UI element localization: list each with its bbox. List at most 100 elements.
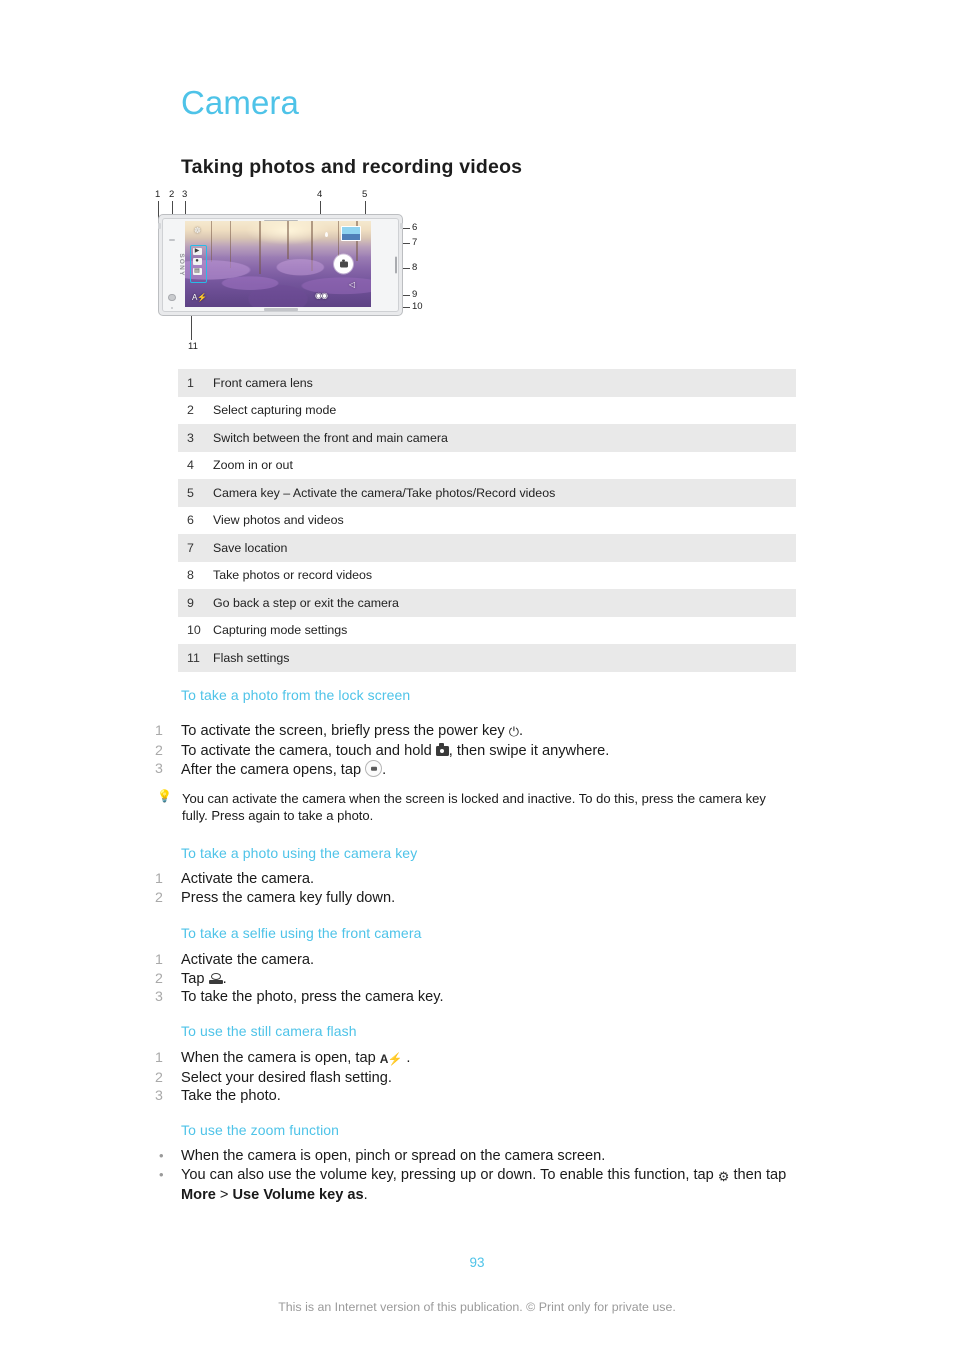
- camera-key: [394, 256, 397, 274]
- procedure-heading-lock-screen: To take a photo from the lock screen: [181, 687, 411, 703]
- step-number: 3: [155, 761, 163, 778]
- table-row: 9 Go back a step or exit the camera: [178, 589, 796, 617]
- step-text: To take the photo, press the camera key.: [181, 989, 444, 1006]
- step-text: When the camera is open, tap A⚡ .: [181, 1049, 795, 1069]
- table-row: 6 View photos and videos: [178, 507, 796, 535]
- table-row: 3 Switch between the front and main came…: [178, 424, 796, 452]
- legend-number: 1: [187, 375, 194, 390]
- callout-11: 11: [188, 341, 198, 352]
- power-icon: ⏻: [508, 724, 519, 739]
- footer-note: This is an Internet version of this publ…: [278, 1300, 676, 1314]
- callout-8: 8: [412, 262, 418, 273]
- step-text: To activate the screen, briefly press th…: [181, 722, 795, 742]
- legend-label: Flash settings: [213, 650, 290, 665]
- procedure-heading-selfie: To take a selfie using the front camera: [181, 925, 422, 941]
- flash-settings-icon[interactable]: A⚡: [192, 294, 207, 302]
- phone-speaker-bottom: [263, 308, 298, 311]
- list-item: • When the camera is open, pinch or spre…: [155, 1147, 795, 1166]
- page-title: Camera: [181, 84, 299, 121]
- step-number: 1: [155, 871, 163, 887]
- section-heading: Taking photos and recording videos: [181, 156, 523, 178]
- legend-label: Camera key – Activate the camera/Take ph…: [213, 485, 556, 500]
- legend-label: Save location: [213, 540, 288, 555]
- table-row: 4 Zoom in or out: [178, 452, 796, 480]
- step-list-zoom: • When the camera is open, pinch or spre…: [155, 1147, 795, 1205]
- legend-label: View photos and videos: [213, 513, 344, 528]
- tip-text: You can activate the camera when the scr…: [182, 791, 766, 823]
- switch-camera-icon: [208, 972, 223, 985]
- legend-table: 1 Front camera lens 2 Select capturing m…: [178, 369, 796, 672]
- table-row: 11 Flash settings: [178, 644, 796, 672]
- legend-number: 5: [187, 485, 194, 500]
- phone-antenna-right: [400, 223, 403, 229]
- table-row: 5 Camera key – Activate the camera/Take …: [178, 479, 796, 507]
- step-text: When the camera is open, pinch or spread…: [181, 1148, 606, 1164]
- step-text-pre: You can also use the volume key, pressin…: [181, 1166, 718, 1183]
- list-item: 2 Press the camera key fully down.: [155, 889, 795, 908]
- device-diagram: 1 2 3 4 5 6 7 8 9 10 11 SONY ☸ ▶ ● ▤ A⚡ …: [150, 190, 440, 360]
- legend-label: Front camera lens: [213, 375, 313, 390]
- shutter-button[interactable]: [334, 254, 353, 274]
- step-number: 3: [155, 1088, 163, 1105]
- list-item: 2 Select your desired flash setting.: [155, 1069, 795, 1088]
- step-text-post: then tap: [729, 1166, 787, 1183]
- procedure-heading-zoom: To use the zoom function: [181, 1122, 340, 1138]
- earpiece-grill: [169, 239, 175, 241]
- step-number: 2: [155, 970, 163, 987]
- legend-number: 10: [187, 623, 201, 638]
- save-location-icon: [325, 232, 328, 237]
- table-row: 2 Select capturing mode: [178, 397, 796, 425]
- lightbulb-icon: 💡: [157, 789, 172, 803]
- flash-auto-icon: A⚡: [379, 1052, 403, 1066]
- legend-label: Go back a step or exit the camera: [213, 595, 399, 610]
- camera-circle-icon: [365, 760, 383, 778]
- list-item: 1 To activate the screen, briefly press …: [155, 722, 795, 742]
- legend-number: 2: [187, 403, 194, 418]
- legend-label: Zoom in or out: [213, 458, 293, 473]
- procedure-heading-flash: To use the still camera flash: [181, 1023, 357, 1039]
- legend-number: 3: [187, 430, 194, 445]
- step-text-post: , then swipe it anywhere.: [448, 742, 610, 759]
- step-text-post: .: [519, 723, 524, 739]
- photo-thumbnail[interactable]: [341, 226, 361, 241]
- legend-number: 11: [187, 650, 200, 665]
- photo-mode-icon[interactable]: ●: [192, 258, 202, 265]
- list-item: 1 Activate the camera.: [155, 951, 795, 970]
- back-icon[interactable]: ◁: [349, 281, 355, 289]
- list-item: 1 Activate the camera.: [155, 870, 795, 889]
- step-number: 2: [155, 889, 163, 906]
- callout-9: 9: [412, 289, 418, 300]
- callout-4: 4: [317, 189, 323, 200]
- table-row: 1 Front camera lens: [178, 369, 796, 397]
- video-mode-icon[interactable]: ▶: [192, 248, 202, 255]
- step-text-pre: After the camera opens, tap: [181, 762, 366, 779]
- mode-settings-icon[interactable]: ◉◉: [315, 292, 328, 300]
- step-list-lock-screen: 1 To activate the screen, briefly press …: [155, 722, 795, 780]
- list-item: 3 After the camera opens, tap .: [155, 760, 795, 780]
- list-item: 3 Take the photo.: [155, 1087, 795, 1106]
- table-row: 8 Take photos or record videos: [178, 562, 796, 590]
- step-text: Take the photo.: [181, 1088, 281, 1105]
- menu-label-volume-key: Use Volume key as: [232, 1187, 364, 1204]
- callout-3: 3: [182, 189, 188, 200]
- list-item: • You can also use the volume key, press…: [155, 1166, 795, 1205]
- callout-6: 6: [412, 222, 418, 233]
- step-text-tail: .: [363, 1187, 368, 1204]
- step-text: Press the camera key fully down.: [181, 889, 396, 906]
- bullet-marker: •: [159, 1148, 164, 1163]
- step-list-camera-key: 1 Activate the camera. 2 Press the camer…: [155, 870, 795, 907]
- list-item: 1 When the camera is open, tap A⚡ .: [155, 1049, 795, 1069]
- bullet-marker: •: [159, 1166, 164, 1182]
- list-item: 2 Tap .: [155, 970, 795, 989]
- step-number: 2: [155, 742, 163, 759]
- menu-separator: >: [215, 1187, 233, 1204]
- switch-camera-icon[interactable]: ☸: [193, 226, 202, 235]
- legend-label: Capturing mode settings: [213, 623, 348, 638]
- apps-mode-icon[interactable]: ▤: [192, 268, 202, 275]
- callout-1: 1: [155, 189, 161, 200]
- menu-label-more: More: [181, 1187, 216, 1204]
- manual-page: Camera Taking photos and recording video…: [0, 0, 954, 1350]
- step-text-post: .: [222, 970, 227, 987]
- step-text: To activate the camera, touch and hold ,…: [181, 742, 795, 761]
- step-list-selfie: 1 Activate the camera. 2 Tap . 3 To take…: [155, 951, 795, 1007]
